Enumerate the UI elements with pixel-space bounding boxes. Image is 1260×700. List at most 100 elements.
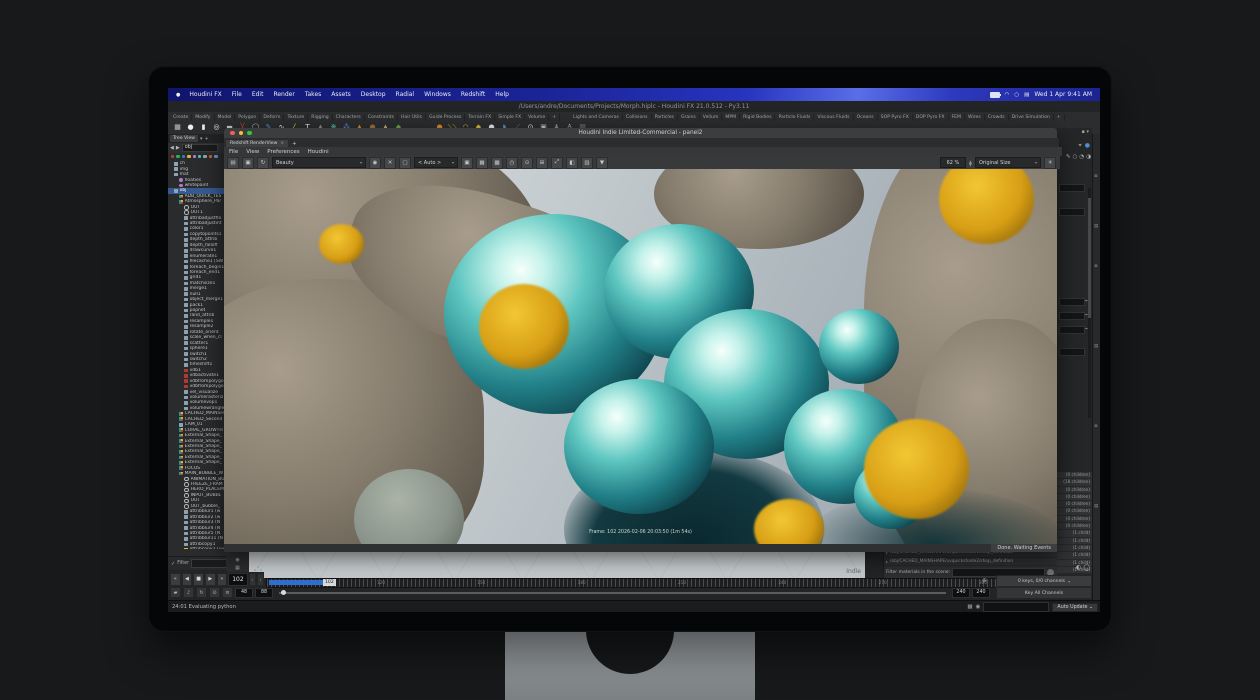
display-toggle-icon[interactable]: ▦ (967, 604, 972, 610)
menubar-status-icon[interactable]: ○ (1014, 92, 1019, 98)
close-tab-icon[interactable]: × (280, 141, 284, 146)
shelf-tool-icon[interactable]: ● (185, 122, 196, 133)
zoom-percent-field[interactable]: 62 % (940, 157, 966, 168)
shelf-tab[interactable]: Characters (333, 114, 365, 121)
render-menu-item[interactable]: Houdini (308, 149, 329, 155)
shelf-tab[interactable]: Constraints (365, 114, 398, 121)
menubar-item[interactable]: Radial (391, 91, 420, 98)
shelf-tab[interactable]: Polygon (235, 114, 260, 121)
children-count-row[interactable]: (0 children) (1057, 523, 1092, 530)
gear-icon[interactable]: ✳ (1044, 157, 1056, 169)
shelf-tab[interactable]: DOP Pyro FX (913, 114, 949, 121)
shelf-tab[interactable]: Create (170, 114, 192, 121)
pane-controls[interactable]: ▪ ▾ (1082, 129, 1090, 135)
shelf-tab[interactable]: Viscous Fluids (814, 114, 853, 121)
shelf-tab[interactable]: Rigging (308, 114, 332, 121)
children-count-row[interactable]: (0 children) (1057, 487, 1092, 494)
shelf-tab[interactable]: MPM (722, 114, 740, 121)
tree-filter-icon[interactable] (176, 155, 179, 158)
rendered-image[interactable]: Frame: 102 2026-02-06 20:03:50 (1m 54s) (224, 169, 1057, 544)
loop-start-field[interactable]: 48 (235, 588, 253, 598)
back-icon[interactable]: ◀ (170, 145, 174, 151)
shelf-tool-icon[interactable]: ▦ (172, 122, 183, 133)
tree-filter-icon[interactable] (182, 155, 185, 158)
shelf-tab[interactable]: Oceans (854, 114, 878, 121)
lock-icon[interactable]: ▣ (461, 157, 473, 169)
clock-icon[interactable]: ◷ (506, 157, 518, 169)
restart-ipr-icon[interactable]: ↻ (257, 157, 269, 169)
shelf-tab[interactable]: Simple FX (495, 114, 525, 121)
menubar-item[interactable]: Takes (300, 91, 326, 98)
children-count-row[interactable]: (0 children) (1057, 494, 1092, 501)
pane-tab-icon[interactable]: ≣ (1094, 424, 1098, 429)
children-count-row[interactable]: (1 child) (1057, 552, 1092, 559)
jump-start-button[interactable]: « (170, 573, 181, 586)
shelf-tab[interactable]: + (549, 114, 560, 121)
pane-tab-icon[interactable]: ▤ (1094, 504, 1098, 509)
expand-icon[interactable]: ⊞ (536, 157, 548, 169)
shelf-tab[interactable]: Modify (192, 114, 214, 121)
crop-icon[interactable]: ▢ (399, 157, 411, 169)
shelf-tab[interactable]: Rigid Bodies (740, 114, 775, 121)
save-image-icon[interactable]: ▼ (596, 157, 608, 169)
shelf-tab[interactable]: Drive Simulation (1009, 114, 1054, 121)
render-menu-item[interactable]: File (229, 149, 238, 155)
forward-icon[interactable]: ▶ (176, 145, 180, 151)
menubar-item[interactable]: Edit (247, 91, 269, 98)
param-field[interactable] (1059, 326, 1085, 334)
shelf-tool-icon[interactable]: ▮ (198, 122, 209, 133)
current-frame-field[interactable]: 102 (228, 573, 247, 586)
stop-button[interactable]: ■ (193, 573, 204, 586)
new-tab-icon[interactable]: + (204, 136, 208, 142)
menubar-status-icon[interactable]: ◠ (1005, 92, 1010, 98)
render-window-titlebar[interactable]: Houdini Indie Limited-Commercial - panel… (224, 128, 1057, 138)
shelf-tab[interactable]: Deform (260, 114, 284, 121)
playhead-marker[interactable]: 102 (323, 579, 336, 586)
render-start-icon[interactable]: ▤ (227, 157, 239, 169)
menubar-clock[interactable]: Wed 1 Apr 9:41 AM (1034, 91, 1092, 98)
pane-tab-icon[interactable]: ≣ (1094, 264, 1098, 269)
bucket-order-dropdown[interactable]: < Auto >▾ (414, 157, 458, 168)
shelf-tab[interactable]: Model (215, 114, 236, 121)
shelf-tool-icon[interactable]: ◎ (211, 122, 222, 133)
frame-back-button[interactable]: ‹ (249, 573, 256, 586)
aov-dropdown[interactable]: Beauty▾ (272, 157, 366, 168)
keys-info-dropdown[interactable]: 0 keys, 0/0 channels ▾ (996, 575, 1092, 587)
tree-filter-icon[interactable] (214, 155, 217, 158)
tree-filter-icon[interactable] (187, 155, 190, 158)
anim-options-icon[interactable]: ⊙ (209, 587, 220, 598)
cook-indicator-icon[interactable]: ◉ (976, 604, 981, 610)
pane-icon-a[interactable]: ◐ (1076, 564, 1081, 571)
children-count-row[interactable]: (1 child) (1057, 530, 1092, 537)
viewport-tool-icon[interactable]: ▦ (235, 565, 240, 571)
menubar-item[interactable]: Render (268, 91, 299, 98)
key-all-channels-button[interactable]: Key All Channels (996, 587, 1092, 599)
copy-icon[interactable]: ▥ (581, 157, 593, 169)
frame-forward-button[interactable]: › (257, 573, 264, 586)
menubar-item[interactable]: Assets (326, 91, 356, 98)
children-count-row[interactable]: (18 children) (1057, 479, 1092, 486)
tree-path-field[interactable]: obj (182, 144, 218, 152)
menubar-item[interactable]: Redshift (456, 91, 490, 98)
menubar-item[interactable]: Desktop (356, 91, 391, 98)
apple-icon[interactable]: ● (168, 92, 184, 98)
timeline-zoom-icon[interactable]: ⊕ (982, 577, 987, 584)
more-options-icon[interactable]: ≡ (222, 587, 233, 598)
info-icon[interactable]: ◔ (1079, 154, 1084, 160)
menubar-item[interactable]: File (227, 91, 247, 98)
range-end-field-2[interactable]: 240 (972, 588, 990, 598)
pane-tab-icon[interactable]: ▤ (1094, 344, 1098, 349)
fit-icon[interactable]: ⤢ (551, 157, 563, 169)
children-count-row[interactable]: (0 children) (1057, 501, 1092, 508)
checker-icon[interactable]: ▩ (491, 157, 503, 169)
range-end-field[interactable]: 240 (952, 588, 970, 598)
children-count-row[interactable]: (0 children) (1057, 516, 1092, 523)
tree-filter-icon[interactable] (171, 155, 174, 158)
param-field[interactable] (1059, 298, 1085, 306)
shelf-tab[interactable]: Wires (965, 114, 985, 121)
globe-icon[interactable]: ● (1085, 142, 1090, 150)
shelf-tab[interactable]: Texture (284, 114, 308, 121)
material-row[interactable]: ▸ /obj/CACHED_MAINSHAPE/uvquickshade2/sh… (884, 558, 1065, 567)
shelf-tab[interactable]: Crowds (985, 114, 1009, 121)
shelf-tab[interactable]: Particles (652, 114, 678, 121)
